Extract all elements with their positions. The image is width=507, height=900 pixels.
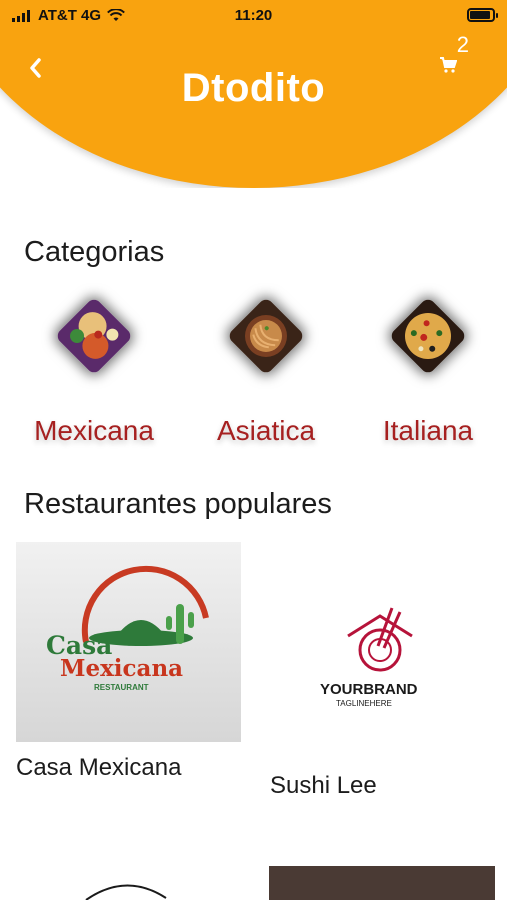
category-italiana[interactable]: Italiana xyxy=(348,296,507,460)
casa-logo-sub: RESTAURANT xyxy=(94,683,149,692)
cart-icon xyxy=(440,57,458,73)
restaurant-name: Casa Mexicana xyxy=(16,754,182,781)
category-mexicana[interactable]: Mexicana xyxy=(14,296,174,460)
status-bar: AT&T 4G 11:20 xyxy=(0,0,507,32)
restaurant-image xyxy=(85,884,167,900)
status-time: 11:20 xyxy=(234,7,273,24)
restaurant-card-partial-left[interactable] xyxy=(16,860,241,900)
category-image-italiana xyxy=(388,296,468,376)
category-image-asiatica xyxy=(226,296,306,376)
app-logo: Dtodito xyxy=(181,66,326,110)
restaurant-card-partial-right[interactable] xyxy=(269,866,495,900)
battery-icon xyxy=(467,8,498,22)
category-label: Asiatica xyxy=(216,415,316,446)
cart-button[interactable] xyxy=(439,57,458,73)
restaurant-image: YOURBRAND TAGLINEHERE xyxy=(270,600,495,710)
popular-title: Restaurantes populares xyxy=(24,488,332,520)
yourbrand-logo-line1: YOURBRAND xyxy=(320,681,418,698)
category-asiatica[interactable]: Asiatica xyxy=(186,296,346,460)
restaurant-card-sushi-lee[interactable]: YOURBRAND TAGLINEHERE Sushi Lee xyxy=(270,600,495,805)
restaurant-image: Casa Mexicana RESTAURANT xyxy=(16,542,241,742)
app-header: AT&T 4G 11:20 Dtodito 2 xyxy=(0,0,507,188)
yourbrand-logo-sub: TAGLINEHERE xyxy=(336,699,392,708)
casa-logo-line2: Mexicana xyxy=(60,655,183,682)
cart-count-badge: 2 xyxy=(456,32,469,57)
restaurant-card-casa-mexicana[interactable]: Casa Mexicana RESTAURANT Casa Mexicana xyxy=(16,542,241,787)
category-label: Mexicana xyxy=(34,415,154,446)
category-label: Italiana xyxy=(382,415,474,446)
category-image-mexicana xyxy=(54,296,134,376)
categories-title: Categorias xyxy=(24,236,165,268)
restaurant-name: Sushi Lee xyxy=(270,772,377,799)
